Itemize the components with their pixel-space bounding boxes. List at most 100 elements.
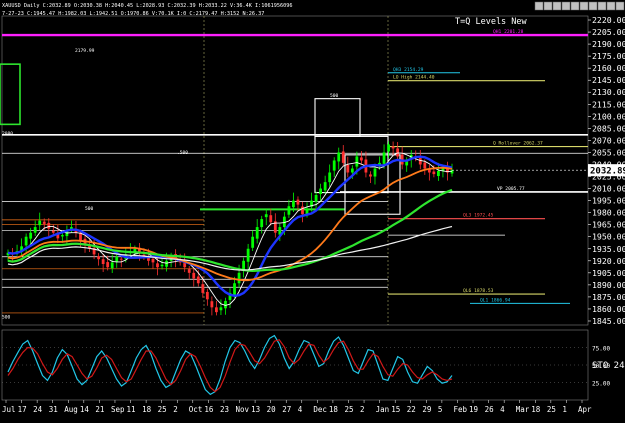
y-tick-label: 2145.00 (592, 75, 625, 85)
x-tick-label: Mar (516, 405, 530, 414)
x-tick-label: 5 (438, 405, 443, 414)
y-tick-label: 2085.00 (592, 123, 625, 133)
x-tick-label: 27 (282, 405, 291, 414)
y-tick-label: 1980.00 (592, 208, 625, 218)
x-tick-label: 25 (547, 405, 556, 414)
down-icon[interactable] (552, 1, 562, 11)
x-tick-label: 2 (173, 405, 178, 414)
y-tick-label: 1995.00 (592, 196, 625, 206)
candle-body-9 (47, 222, 51, 229)
candle-body-63 (292, 200, 295, 208)
candle-body-75 (346, 164, 350, 173)
level-label-6: QL6 1878.53 (463, 288, 494, 294)
left-label-4: 500 (85, 206, 94, 212)
sto-tick-label: 75.00 (592, 346, 610, 353)
candle-body-41 (192, 272, 196, 279)
y-tick-label: 2055.00 (592, 147, 625, 157)
candle-body-45 (210, 301, 214, 308)
last-price-value: 2032.89 (590, 167, 625, 177)
minimize-icon[interactable] (597, 1, 607, 11)
candle-body-53 (246, 248, 250, 262)
window-icon[interactable] (534, 1, 544, 11)
x-tick-label: 18 (531, 405, 541, 414)
x-tick-label: 4 (500, 405, 505, 414)
y-tick-label: 1905.00 (592, 268, 625, 278)
symbol-line: XAUUSD Daily C:2032.89 O:2030.38 H:2040.… (2, 3, 292, 9)
y-tick-label: 1965.00 (592, 220, 625, 230)
y-tick-label: 2010.00 (592, 184, 625, 194)
y-tick-label: 1935.00 (592, 244, 625, 254)
grid-icon[interactable] (579, 1, 589, 11)
x-tick-label: 20 (267, 405, 277, 414)
sto-tick-label: 25.00 (592, 381, 610, 388)
candle-body-92 (423, 162, 427, 169)
candle-body-64 (296, 199, 300, 205)
candle-body-56 (260, 219, 264, 228)
candle-body-35 (165, 260, 168, 267)
link-icon[interactable] (588, 1, 598, 11)
price-chart[interactable]: XAUUSD Daily C:2032.89 O:2030.38 H:2040.… (0, 0, 625, 419)
x-tick-label: Oct (189, 405, 203, 414)
candle-body-91 (418, 158, 422, 165)
candle-body-73 (337, 152, 341, 162)
candle-body-54 (251, 236, 255, 248)
candle-body-23 (110, 262, 114, 269)
x-tick-label: 31 (49, 405, 58, 414)
candle-body-50 (233, 283, 236, 295)
y-tick-label: 2205.00 (592, 27, 625, 37)
candle-body-6 (33, 227, 37, 233)
candle-body-10 (51, 230, 55, 233)
candle-body-71 (328, 172, 332, 183)
sto-tick-label: 50.00 (592, 363, 610, 370)
left-label-5: 500 (2, 315, 11, 321)
y-tick-label: 1950.00 (592, 232, 625, 242)
x-tick-label: 24 (33, 405, 43, 414)
x-tick-label: 22 (407, 405, 416, 414)
x-tick-label: 26 (485, 405, 495, 414)
candle-body-46 (215, 307, 218, 313)
x-tick-label: 15 (391, 405, 400, 414)
candle-body-94 (432, 171, 436, 175)
y-tick-label: 1845.00 (592, 316, 625, 326)
level-label-5: QL3 1972.45 (463, 213, 494, 219)
x-tick-label: 29 (422, 405, 431, 414)
candle-body-83 (382, 152, 386, 164)
candle-body-8 (42, 221, 46, 224)
y-tick-label: 2100.00 (592, 111, 625, 121)
close-icon[interactable] (615, 1, 625, 11)
candle-body-42 (196, 276, 200, 284)
candle-body-4 (24, 236, 28, 246)
x-tick-label: 23 (220, 405, 229, 414)
x-tick-label: Nov (236, 405, 250, 414)
x-tick-label: 2 (360, 405, 365, 414)
candle-body-80 (369, 174, 372, 177)
y-tick-label: 1920.00 (592, 256, 625, 266)
x-tick-label: 19 (469, 405, 478, 414)
candle-body-43 (201, 284, 205, 293)
x-tick-label: Aug (64, 405, 78, 414)
candle-body-57 (264, 214, 268, 218)
candle-body-20 (97, 256, 101, 260)
up-icon[interactable] (543, 1, 553, 11)
candle-body-12 (60, 235, 64, 237)
candle-body-7 (38, 220, 42, 226)
left-label-0: 2179.99 (75, 48, 95, 54)
candle-body-40 (187, 269, 191, 273)
y-tick-label: 1890.00 (592, 280, 625, 290)
x-tick-label: 14 (80, 405, 90, 414)
candle-body-72 (332, 160, 336, 171)
candle-body-58 (269, 215, 273, 223)
candle-body-68 (314, 194, 318, 202)
x-tick-label: 17 (18, 405, 27, 414)
level-label-0: QH1 2201.28 (493, 29, 524, 35)
bars-icon[interactable] (570, 1, 580, 11)
x-tick-label: Apr (578, 405, 592, 414)
candle-body-22 (106, 262, 110, 268)
candle-body-32 (151, 258, 155, 263)
candle-body-69 (319, 188, 323, 195)
candle-body-95 (437, 170, 440, 177)
dollar-icon[interactable] (561, 1, 571, 11)
y-tick-label: 2220.00 (592, 15, 625, 25)
maximize-icon[interactable] (606, 1, 616, 11)
candle-body-21 (101, 259, 105, 265)
